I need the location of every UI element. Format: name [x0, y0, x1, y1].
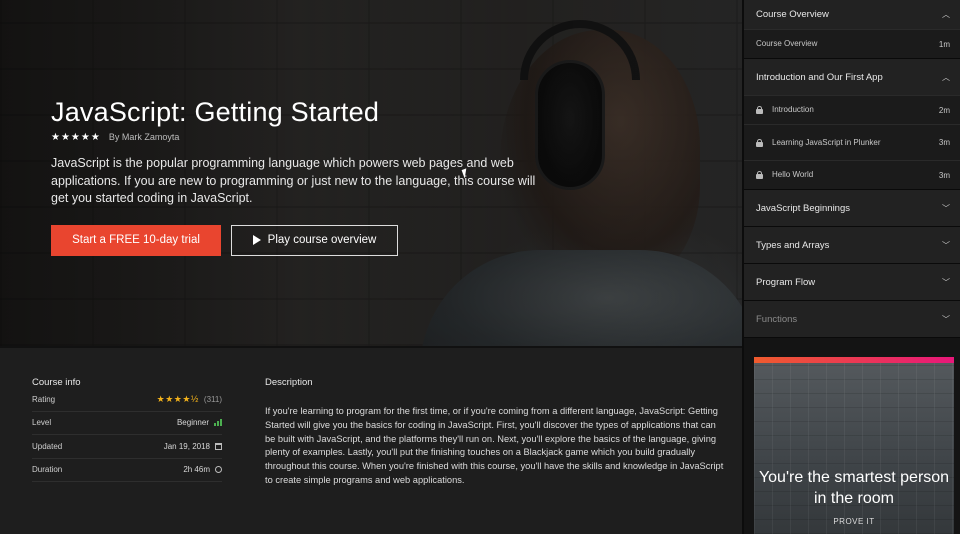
- info-row-rating: Rating ★★★★½ (311): [32, 388, 222, 412]
- lock-icon: [756, 171, 763, 179]
- module-program-flow: Program Flow ﹀: [744, 264, 960, 301]
- clip-item[interactable]: Introduction 2m: [744, 95, 960, 124]
- course-blurb: JavaScript is the popular programming la…: [51, 156, 536, 205]
- play-overview-label: Play course overview: [267, 234, 377, 246]
- ad-cta-link[interactable]: PROVE IT: [754, 517, 954, 526]
- play-overview-button[interactable]: Play course overview: [231, 224, 398, 256]
- lock-icon: [756, 106, 763, 114]
- info-row-updated: Updated Jan 19, 2018: [32, 435, 222, 459]
- module-header[interactable]: Types and Arrays ﹀: [744, 227, 960, 263]
- hero-banner: JavaScript: Getting Started ★★★★★ By Mar…: [0, 0, 742, 346]
- updated-label: Updated: [32, 441, 63, 451]
- module-javascript-beginnings: JavaScript Beginnings ﹀: [744, 190, 960, 227]
- module-title: Introduction and Our First App: [756, 71, 883, 83]
- description-heading: Description: [265, 377, 313, 388]
- lock-icon: [756, 138, 763, 147]
- calendar-icon: [215, 442, 222, 450]
- start-trial-button[interactable]: Start a FREE 10-day trial: [51, 224, 221, 256]
- module-title: Course Overview: [756, 9, 829, 20]
- description-panel: Description If you're learning to progra…: [265, 377, 725, 488]
- clock-icon: [215, 466, 222, 474]
- module-types-and-arrays: Types and Arrays ﹀: [744, 227, 960, 264]
- module-header[interactable]: Introduction and Our First App ︿: [744, 59, 960, 95]
- course-title: JavaScript: Getting Started: [51, 97, 380, 127]
- chevron-up-icon: ︿: [942, 72, 950, 82]
- module-title: Program Flow: [756, 276, 816, 288]
- hero-content: JavaScript: Getting Started ★★★★★ By Mar…: [51, 96, 551, 256]
- clip-title: Learning JavaScript in Plunker: [772, 137, 881, 147]
- chevron-up-icon: ︿: [942, 10, 950, 19]
- course-meta: ★★★★★ By Mark Zamoyta: [51, 130, 551, 144]
- level-label: Level: [32, 418, 52, 428]
- module-title: Functions: [756, 313, 798, 325]
- ad-headline: You're the smartest person in the room: [758, 469, 950, 507]
- description-text: If you're learning to program for the fi…: [265, 406, 724, 485]
- duration-label: Duration: [32, 465, 63, 475]
- level-bars-icon: [214, 419, 222, 427]
- module-header[interactable]: Program Flow ﹀: [744, 264, 960, 300]
- promo-ad[interactable]: You're the smartest person in the room P…: [754, 357, 954, 534]
- rating-stars-icon: ★★★★½: [156, 393, 199, 404]
- clip-duration: 2m: [938, 105, 950, 115]
- module-course-overview: Course Overview ︿ Course Overview 1m: [744, 0, 960, 59]
- clip-item[interactable]: Hello World 3m: [744, 160, 960, 189]
- module-introduction: Introduction and Our First App ︿ Introdu…: [744, 59, 960, 190]
- updated-value: Jan 19, 2018: [163, 441, 210, 451]
- course-info-panel: Course info Rating ★★★★½ (311) Level Beg…: [32, 377, 222, 482]
- level-value: Beginner: [176, 418, 209, 428]
- chevron-down-icon: ﹀: [942, 240, 950, 250]
- module-header[interactable]: JavaScript Beginnings ﹀: [744, 190, 960, 226]
- info-row-duration: Duration 2h 46m: [32, 459, 222, 482]
- rating-count: (311): [203, 394, 222, 404]
- duration-value: 2h 46m: [183, 465, 210, 475]
- module-title: Types and Arrays: [756, 239, 830, 251]
- course-contents-sidebar: Course Overview ︿ Course Overview 1m Int…: [742, 0, 960, 534]
- rating-stars-icon: ★★★★★: [51, 131, 101, 143]
- rating-label: Rating: [32, 394, 56, 404]
- author-link[interactable]: By Mark Zamoyta: [109, 132, 180, 142]
- module-functions: Functions ﹀: [744, 301, 960, 338]
- course-info-heading: Course info: [32, 377, 81, 388]
- module-header[interactable]: Functions ﹀: [744, 301, 960, 337]
- chevron-down-icon: ﹀: [942, 314, 950, 324]
- info-row-level: Level Beginner: [32, 412, 222, 435]
- clip-title: Introduction: [772, 105, 814, 114]
- module-header[interactable]: Course Overview ︿: [744, 0, 960, 29]
- module-title: JavaScript Beginnings: [756, 202, 850, 214]
- clip-duration: 3m: [938, 170, 950, 180]
- chevron-down-icon: ﹀: [942, 203, 950, 213]
- course-details: Course info Rating ★★★★½ (311) Level Beg…: [0, 346, 742, 534]
- clip-item[interactable]: Course Overview 1m: [744, 29, 960, 58]
- clip-duration: 3m: [938, 138, 950, 147]
- chevron-down-icon: ﹀: [942, 277, 950, 287]
- clip-item[interactable]: Learning JavaScript in Plunker 3m: [744, 124, 960, 160]
- clip-duration: 1m: [938, 39, 950, 49]
- hero-actions: Start a FREE 10-day trial Play course ov…: [51, 224, 551, 256]
- clip-title: Hello World: [772, 170, 814, 179]
- clip-title: Course Overview: [756, 39, 818, 48]
- play-icon: [252, 235, 261, 245]
